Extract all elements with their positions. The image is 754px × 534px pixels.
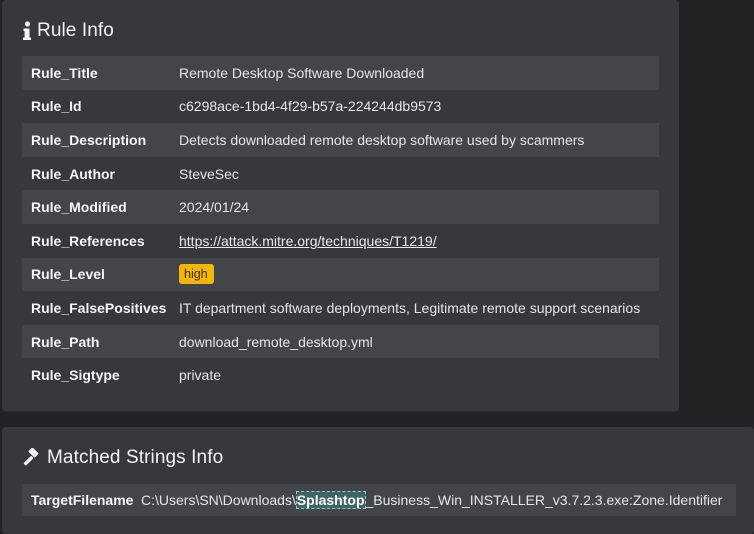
row-value: c6298ace-1bd4-4f29-b57a-224244db9573 bbox=[179, 98, 442, 115]
row-key: Rule_Author bbox=[31, 165, 115, 182]
table-row: Rule_Title Remote Desktop Software Downl… bbox=[22, 56, 659, 90]
row-value: download_remote_desktop.yml bbox=[179, 333, 373, 350]
info-icon bbox=[22, 21, 32, 41]
row-key: Rule_Path bbox=[31, 333, 100, 350]
row-key: Rule_FalsePositives bbox=[31, 299, 167, 316]
row-key: Rule_References bbox=[31, 232, 145, 249]
path-suffix: _Business_Win_INSTALLER_v3.7.2.3.exe:Zon… bbox=[365, 492, 723, 508]
row-key: Rule_Sigtype bbox=[31, 367, 120, 384]
rule-info-header: Rule Info bbox=[22, 20, 114, 42]
row-value: high bbox=[179, 258, 659, 292]
row-key: Rule_Level bbox=[31, 266, 105, 283]
row-value: IT department software deployments, Legi… bbox=[179, 299, 641, 316]
rule-info-table: Rule_Title Remote Desktop Software Downl… bbox=[22, 56, 659, 392]
row-value: SteveSec bbox=[179, 165, 239, 182]
table-row: Rule_Author SteveSec bbox=[22, 157, 659, 191]
row-key: TargetFilename bbox=[31, 492, 134, 508]
row-key: Rule_Modified bbox=[31, 199, 127, 216]
matched-strings-header: Matched Strings Info bbox=[22, 447, 223, 469]
row-value: Remote Desktop Software Downloaded bbox=[179, 64, 425, 81]
row-key: Rule_Id bbox=[31, 98, 82, 115]
table-row: Rule_Level high bbox=[22, 257, 659, 292]
reference-link[interactable]: https://attack.mitre.org/techniques/T121… bbox=[179, 233, 437, 249]
match-highlight: Splashtop bbox=[295, 491, 366, 509]
gavel-icon bbox=[22, 448, 42, 468]
row-value: C:\Users\SN\Downloads\Splashtop_Business… bbox=[141, 484, 736, 516]
row-value: https://attack.mitre.org/techniques/T121… bbox=[179, 224, 659, 258]
table-row: Rule_Id c6298ace-1bd4-4f29-b57a-224244db… bbox=[22, 90, 659, 124]
row-key: Rule_Title bbox=[31, 64, 98, 81]
matched-strings-table: TargetFilename C:\Users\SN\Downloads\Spl… bbox=[22, 484, 736, 516]
table-row: Rule_Sigtype private bbox=[22, 358, 659, 392]
row-value: Detects downloaded remote desktop softwa… bbox=[179, 131, 585, 148]
matched-strings-panel: Matched Strings Info TargetFilename C:\U… bbox=[2, 427, 754, 534]
rule-info-panel: Rule Info Rule_Title Remote Desktop Soft… bbox=[2, 0, 679, 412]
table-row: Rule_Path download_remote_desktop.yml bbox=[22, 324, 659, 359]
row-key: Rule_Description bbox=[31, 131, 147, 148]
matched-strings-title: Matched Strings Info bbox=[47, 447, 224, 468]
table-row: Rule_Description Detects downloaded remo… bbox=[22, 123, 659, 157]
table-row: TargetFilename C:\Users\SN\Downloads\Spl… bbox=[22, 484, 736, 516]
table-row: Rule_FalsePositives IT department softwa… bbox=[22, 291, 659, 325]
table-row: Rule_Modified 2024/01/24 bbox=[22, 190, 659, 224]
row-value: 2024/01/24 bbox=[179, 199, 250, 216]
row-value: private bbox=[179, 367, 222, 384]
rule-info-title: Rule Info bbox=[37, 20, 114, 41]
level-badge: high bbox=[179, 264, 214, 285]
table-row: Rule_References https://attack.mitre.org… bbox=[22, 224, 659, 258]
path-prefix: C:\Users\SN\Downloads\ bbox=[141, 492, 296, 508]
